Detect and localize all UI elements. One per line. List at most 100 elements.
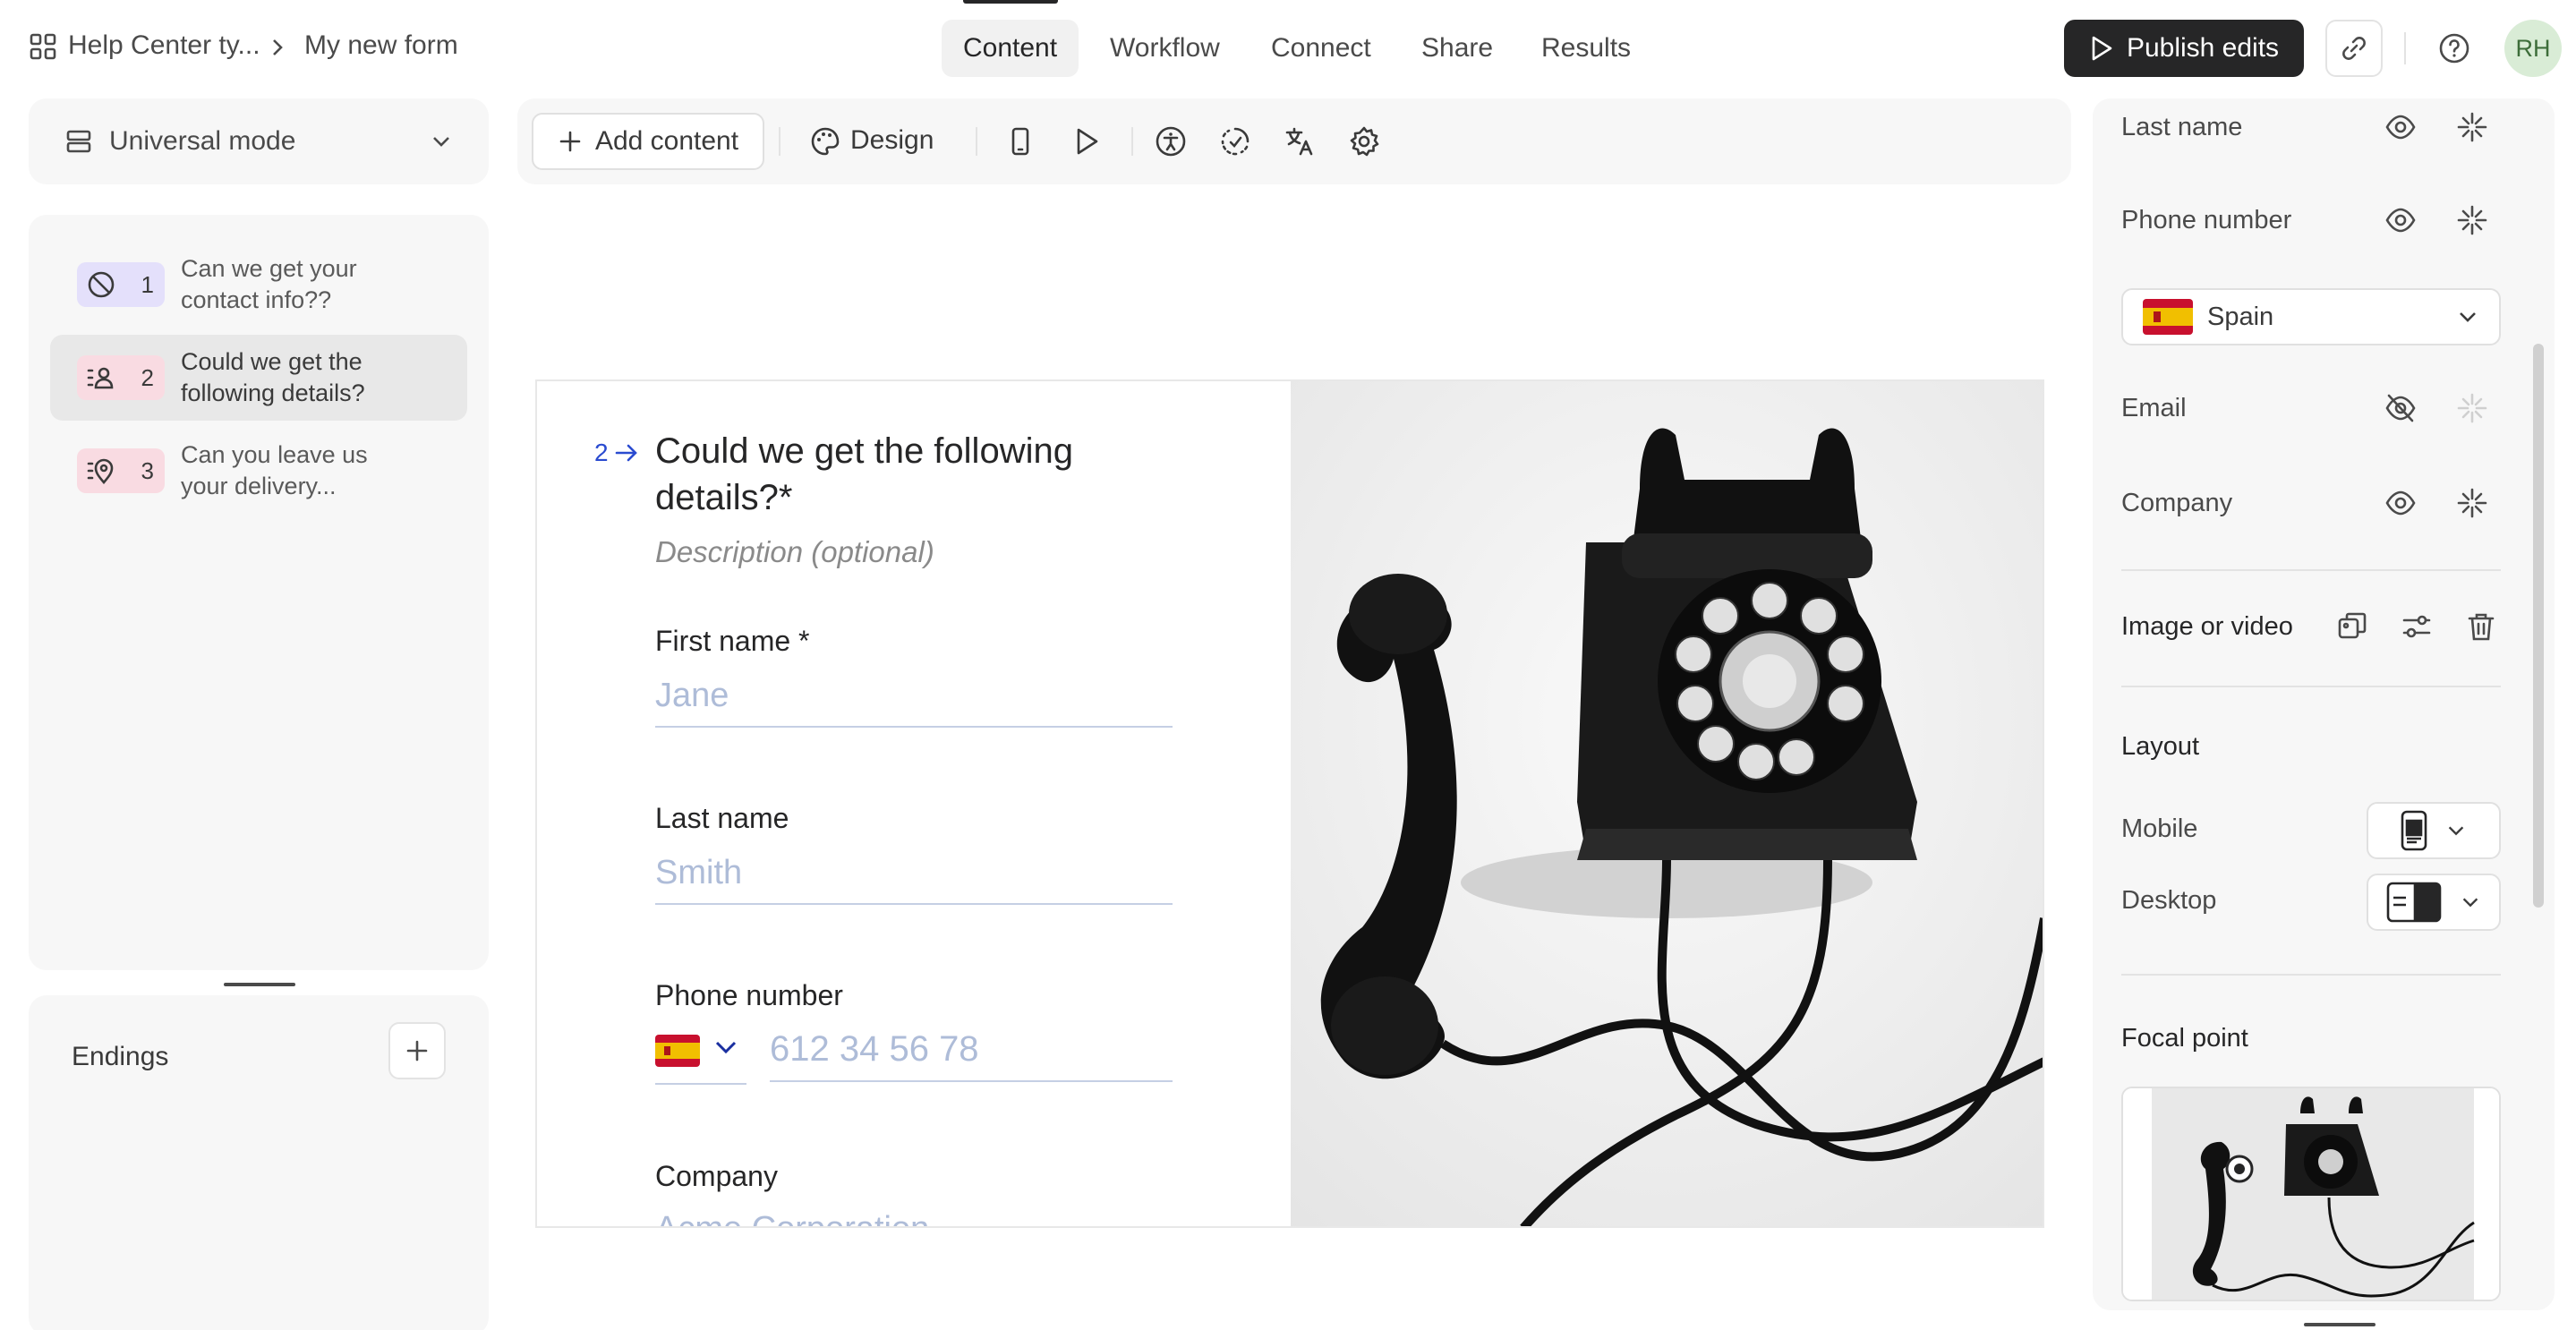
tab-results[interactable]: Results [1520,20,1652,77]
palette-icon[interactable] [809,125,841,158]
mobile-layout-label: Mobile [2121,814,2198,843]
first-name-input[interactable]: Jane [655,677,1173,728]
question-item-3[interactable]: 3 Can you leave us your delivery... [50,428,467,514]
replace-image-icon[interactable] [2336,610,2368,643]
section-divider [2121,569,2501,571]
section-divider [2121,974,2501,976]
eye-icon[interactable] [2384,113,2417,141]
mode-selector[interactable]: Universal mode [29,98,489,184]
add-content-label: Add content [594,126,739,156]
question-item-2[interactable]: 2 Could we get the following details? [50,335,467,421]
question-title: Could we get the following details? [181,348,365,406]
add-content-button[interactable]: Add content [532,113,764,170]
toolbar-divider [1131,127,1133,156]
country-select-value: Spain [2207,302,2274,331]
adjust-sliders-icon[interactable] [2401,610,2433,643]
spain-flag-icon [2143,299,2193,335]
chevron-right-icon [269,38,286,57]
first-name-label: First name * [655,625,810,657]
field-row-phone-number: Phone number [2121,206,2292,234]
form-preview-canvas: 2 Could we get the following details?* D… [535,379,2044,1228]
question-number: 2 [594,439,609,466]
section-divider [2121,686,2501,687]
desktop-layout-select[interactable] [2367,874,2501,931]
phone-number-label: Phone number [655,979,843,1011]
preview-play-icon[interactable] [1070,125,1103,158]
settings-scrollbar[interactable] [2533,344,2544,908]
avatar[interactable]: RH [2504,20,2562,77]
question-title: Can we get your contact info?? [181,255,357,313]
last-name-label: Last name [655,802,789,834]
chevron-down-icon [2460,891,2481,913]
question-title[interactable]: Could we get the following details?* [655,428,1156,521]
breadcrumb-form-name[interactable]: My new form [304,30,458,61]
focal-point-picker[interactable] [2121,1087,2501,1301]
field-row-email: Email [2121,394,2187,422]
question-badge: 2 [77,355,165,400]
company-input[interactable]: Acme Corporation [655,1210,1173,1226]
image-or-video-label: Image or video [2121,612,2293,641]
mobile-layout-select[interactable] [2367,802,2501,859]
publish-label: Publish edits [2126,33,2280,63]
add-ending-button[interactable] [388,1022,446,1079]
link-icon [2340,34,2368,63]
contact-list-icon [86,362,116,393]
mode-label: Universal mode [109,126,296,156]
accessibility-icon[interactable] [1155,125,1187,158]
toolbar-divider [779,127,780,156]
sparkle-icon [2456,392,2488,424]
publish-button[interactable]: Publish edits [2064,20,2304,77]
country-select[interactable]: Spain [2121,288,2501,345]
chevron-down-icon [2456,305,2479,328]
question-badge: 3 [77,448,165,493]
tab-content[interactable]: Content [942,20,1079,77]
mobile-preview-icon[interactable] [1004,125,1036,158]
plus-icon [558,129,583,154]
apps-grid-icon[interactable] [29,32,57,61]
question-item-1[interactable]: 1 Can we get your contact info?? [50,242,467,328]
sparkle-icon[interactable] [2456,111,2488,143]
chevron-down-icon [712,1035,739,1061]
active-tab-indicator [963,0,1058,4]
mobile-layout-icon [2401,810,2427,851]
rotary-telephone-image[interactable] [1291,381,2043,1226]
question-list: 1 Can we get your contact info?? 2 Could… [29,215,489,970]
question-description[interactable]: Description (optional) [655,535,934,569]
sparkle-icon[interactable] [2456,487,2488,519]
last-name-input[interactable]: Smith [655,854,1173,905]
layout-heading: Layout [2121,732,2200,761]
design-button[interactable]: Design [850,125,934,156]
arrow-right-icon [614,442,639,464]
gear-icon[interactable] [1348,125,1380,158]
sparkle-icon[interactable] [2456,204,2488,236]
country-code-select[interactable] [655,1029,746,1085]
eye-off-icon[interactable] [2384,392,2417,424]
eye-icon[interactable] [2384,206,2417,234]
tab-workflow[interactable]: Workflow [1088,20,1241,77]
phone-number-input[interactable]: 612 34 56 78 [770,1029,1173,1082]
chevron-down-icon [2445,820,2467,841]
tab-share[interactable]: Share [1400,20,1514,77]
trash-icon[interactable] [2465,610,2497,643]
spain-flag-icon [655,1035,700,1067]
question-title: Can you leave us your delivery... [181,441,368,499]
company-label: Company [655,1160,778,1192]
endings-title: Endings [72,1042,169,1071]
editor-toolbar: Add content Design [517,98,2071,184]
help-icon[interactable] [2438,32,2470,64]
copy-link-button[interactable] [2325,20,2383,77]
play-icon [2089,35,2114,62]
form-content: 2 Could we get the following details?* D… [537,381,1291,1226]
desktop-layout-label: Desktop [2121,886,2217,915]
translate-icon[interactable] [1284,125,1316,158]
toolbar-divider [976,127,977,156]
tab-connect[interactable]: Connect [1250,20,1393,77]
breadcrumb-workspace[interactable]: Help Center ty... [68,30,260,61]
layers-icon [64,127,93,156]
panel-resize-handle[interactable] [224,983,295,986]
chevron-down-icon [430,130,453,153]
desktop-layout-icon [2386,882,2442,923]
panel-resize-handle[interactable] [2304,1323,2376,1326]
loading-logic-icon[interactable] [1219,125,1251,158]
eye-icon[interactable] [2384,489,2417,517]
